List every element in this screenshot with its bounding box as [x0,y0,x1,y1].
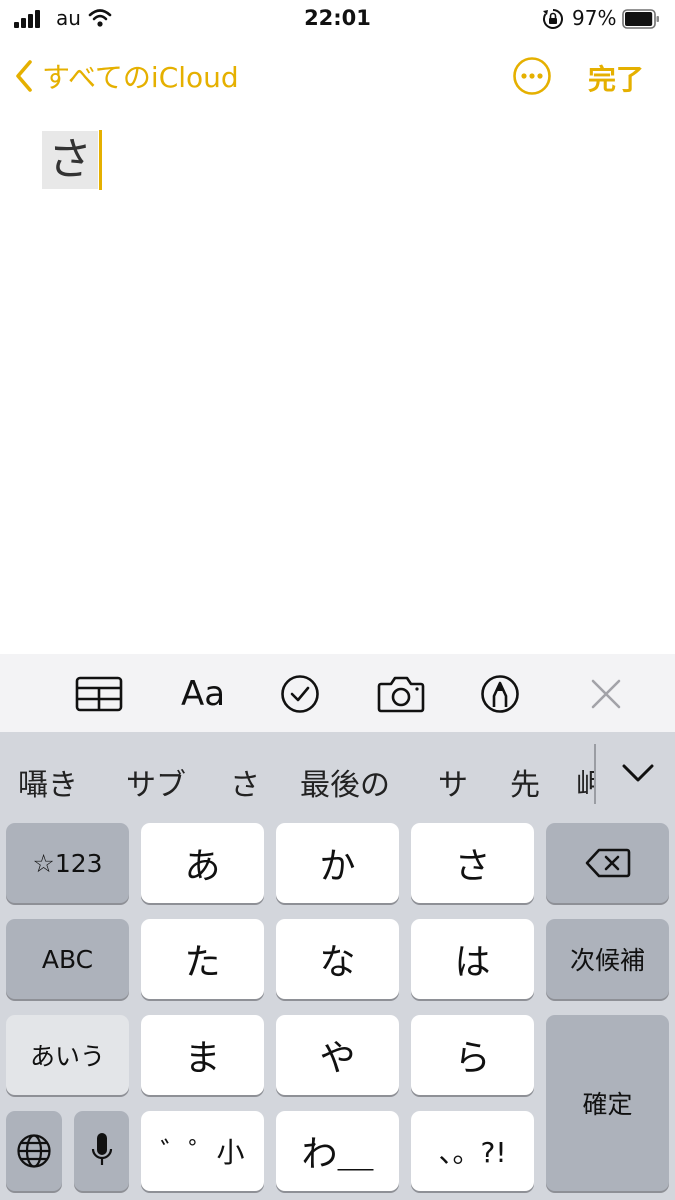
key-ra[interactable]: ら [411,1015,534,1095]
close-toolbar-button[interactable] [586,674,626,714]
candidate-item-clipped[interactable]: 岬 [576,760,594,804]
symbols-key[interactable]: ☆123 [6,823,129,903]
candidate-divider [594,744,596,804]
backspace-icon [585,848,630,878]
status-bar: au 22:01 97% [0,0,675,40]
dakuten-key[interactable]: ゛゜小 [141,1111,264,1191]
candidate-item[interactable]: さ [230,760,260,804]
key-ta[interactable]: た [141,919,264,999]
candidate-item[interactable]: 囁き [18,760,78,804]
chevron-left-icon [16,60,32,92]
chevron-down-icon[interactable] [618,758,658,788]
done-button[interactable]: 完了 [588,58,644,98]
markup-button[interactable] [480,674,520,714]
candidate-item[interactable]: サ [438,760,468,804]
table-icon [75,676,123,712]
note-editor[interactable]: さ [42,130,102,190]
orientation-lock-icon [543,9,563,29]
battery-icon [622,9,659,29]
abc-key[interactable]: ABC [6,919,129,999]
back-label: すべてのiCloud [42,61,239,94]
camera-button[interactable] [376,674,426,714]
key-a[interactable]: あ [141,823,264,903]
checklist-button[interactable] [280,674,320,714]
key-ya[interactable]: や [276,1015,399,1095]
keyboard: 囁き サブ さ 最後の サ 先 岬 ☆123 あ か さ ABC た な は 次… [0,732,675,1200]
markup-icon [481,675,519,713]
text-caret [99,130,102,190]
table-button[interactable] [74,674,124,714]
candidate-item[interactable]: 先 [510,760,540,804]
camera-icon [377,676,425,713]
globe-icon [17,1134,51,1168]
confirm-key[interactable]: 確定 [546,1015,669,1191]
composing-text: さ [42,131,98,189]
candidate-item[interactable]: サブ [126,760,186,804]
text-format-icon: Aa [180,674,226,714]
key-ha[interactable]: は [411,919,534,999]
microphone-icon [91,1133,112,1165]
key-wa[interactable]: わ＿ [276,1111,399,1191]
dictation-key[interactable] [74,1111,129,1191]
key-ka[interactable]: か [276,823,399,903]
checklist-icon [281,675,319,713]
more-options-icon[interactable] [512,56,552,96]
key-ma[interactable]: ま [141,1015,264,1095]
format-toolbar: Aa [0,654,675,732]
candidate-bar: 囁き サブ さ 最後の サ 先 岬 [0,732,675,820]
next-candidate-key[interactable]: 次候補 [546,919,669,999]
punctuation-key[interactable]: 、。?! [411,1111,534,1191]
delete-key[interactable] [546,823,669,903]
key-na[interactable]: な [276,919,399,999]
key-sa[interactable]: さ [411,823,534,903]
hiragana-key[interactable]: あいう [6,1015,129,1095]
battery-percent: 97% [572,6,617,30]
close-icon [591,679,621,709]
text-format-button[interactable]: Aa [176,674,230,714]
globe-key[interactable] [6,1111,62,1191]
back-button[interactable]: すべてのiCloud [14,56,239,96]
candidate-item[interactable]: 最後の [300,760,390,804]
